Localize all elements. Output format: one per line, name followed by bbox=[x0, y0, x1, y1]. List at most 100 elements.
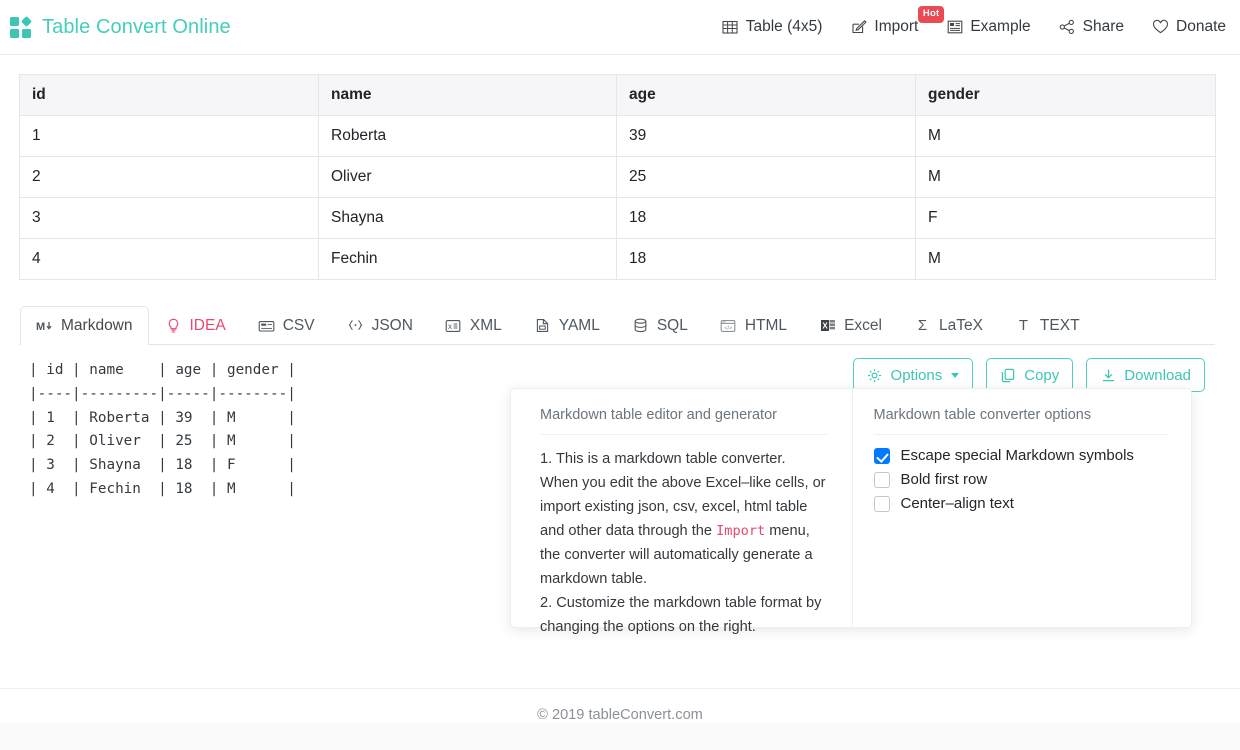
app-header: Table Convert Online Table (4x5) Import … bbox=[0, 0, 1240, 55]
option-escape-symbols[interactable]: Escape special Markdown symbols bbox=[873, 447, 1168, 464]
tab-sql[interactable]: SQL bbox=[616, 306, 704, 345]
heart-icon bbox=[1152, 19, 1169, 36]
checkbox-icon[interactable] bbox=[873, 495, 890, 512]
copy-icon bbox=[1000, 367, 1016, 383]
excel-icon: X bbox=[819, 317, 836, 334]
svg-text:x: x bbox=[448, 322, 452, 331]
options-button[interactable]: Options bbox=[852, 358, 974, 392]
share-nodes-icon bbox=[1059, 19, 1076, 36]
table-cell[interactable]: M bbox=[915, 238, 1216, 280]
checkbox-icon[interactable] bbox=[873, 447, 890, 464]
brand[interactable]: Table Convert Online bbox=[10, 16, 231, 39]
checkbox-icon[interactable] bbox=[873, 471, 890, 488]
table-row: 2 Oliver 25 M bbox=[19, 156, 1216, 198]
table-cell[interactable]: 39 bbox=[616, 115, 916, 157]
table-cell[interactable]: 1 bbox=[19, 115, 319, 157]
column-header-age[interactable]: age bbox=[616, 74, 916, 116]
logo-square-1 bbox=[10, 16, 19, 26]
tab-excel[interactable]: X Excel bbox=[803, 306, 898, 345]
svg-text:</>: </> bbox=[725, 325, 733, 331]
table-cell[interactable]: 18 bbox=[616, 238, 916, 280]
table-cell[interactable]: Fechin bbox=[318, 238, 617, 280]
table-cell[interactable]: 25 bbox=[616, 156, 916, 198]
table-cell[interactable]: M bbox=[915, 115, 1216, 157]
main-nav: Table (4x5) Import Hot Example Share Don… bbox=[722, 6, 1226, 36]
options-popover: Markdown table editor and generator 1. T… bbox=[510, 388, 1192, 635]
nav-item-donate[interactable]: Donate bbox=[1152, 18, 1226, 36]
tab-html[interactable]: </> HTML bbox=[704, 306, 803, 345]
tab-label: Excel bbox=[844, 316, 882, 334]
tab-csv[interactable]: CSV bbox=[242, 306, 331, 345]
column-header-gender[interactable]: gender bbox=[915, 74, 1216, 116]
option-label: Escape special Markdown symbols bbox=[900, 447, 1134, 464]
tab-label: IDEA bbox=[189, 316, 226, 334]
tab-json[interactable]: JSON bbox=[331, 306, 429, 345]
option-label: Center–align text bbox=[900, 495, 1014, 512]
table-grid-icon bbox=[722, 19, 739, 36]
table-cell[interactable]: Shayna bbox=[318, 197, 617, 239]
format-tabs: M Markdown IDEA CSV JSON x XML YAML SQL … bbox=[19, 305, 1215, 345]
data-table: id name age gender 1 Roberta 39 M 2 Oliv… bbox=[19, 74, 1216, 280]
output-actions: Options Copy Download bbox=[852, 358, 1205, 392]
logo-square-3 bbox=[10, 28, 19, 38]
table-cell[interactable]: F bbox=[915, 197, 1216, 239]
tab-label: TEXT bbox=[1039, 316, 1080, 334]
page-content: id name age gender 1 Roberta 39 M 2 Oliv… bbox=[0, 55, 1240, 688]
popover-options-column: Markdown table converter options Escape … bbox=[853, 389, 1192, 627]
table-cell[interactable]: M bbox=[915, 156, 1216, 198]
download-button[interactable]: Download bbox=[1086, 358, 1205, 392]
markdown-m-down-icon: M bbox=[36, 317, 53, 334]
download-arrow-icon bbox=[1100, 367, 1116, 383]
nav-item-example[interactable]: Example bbox=[946, 18, 1031, 36]
popover-info-column: Markdown table editor and generator 1. T… bbox=[511, 389, 853, 635]
curly-braces-icon bbox=[347, 317, 364, 334]
table-cell[interactable]: 18 bbox=[616, 197, 916, 239]
table-cell[interactable]: 2 bbox=[19, 156, 319, 198]
option-label: Bold first row bbox=[900, 471, 988, 488]
popover-options-title: Markdown table converter options bbox=[873, 407, 1167, 435]
nav-item-table[interactable]: Table (4x5) bbox=[722, 18, 822, 36]
table-cell[interactable]: 3 bbox=[19, 197, 319, 239]
option-bold-first-row[interactable]: Bold first row bbox=[873, 471, 1168, 488]
table-row: 1 Roberta 39 M bbox=[19, 115, 1216, 157]
page-footer: © 2019 tableConvert.com bbox=[0, 688, 1240, 723]
nav-item-import[interactable]: Import Hot bbox=[850, 6, 945, 36]
logo-square-4 bbox=[22, 28, 31, 38]
lightbulb-icon bbox=[165, 317, 182, 334]
tab-latex[interactable]: Σ LaTeX bbox=[898, 306, 999, 345]
option-center-align[interactable]: Center–align text bbox=[873, 495, 1168, 512]
svg-text:X: X bbox=[822, 321, 828, 330]
chevron-down-icon bbox=[951, 372, 960, 378]
table-cell[interactable]: Roberta bbox=[318, 115, 617, 157]
options-button-label: Options bbox=[890, 366, 943, 384]
column-header-id[interactable]: id bbox=[19, 74, 319, 116]
table-cell[interactable]: Oliver bbox=[318, 156, 617, 198]
gear-icon bbox=[867, 367, 883, 383]
popover-info-p2: 2. Customize the markdown table format b… bbox=[540, 595, 822, 635]
edit-square-icon bbox=[850, 19, 867, 36]
tab-label: JSON bbox=[371, 316, 413, 334]
browser-window-icon: </> bbox=[720, 317, 737, 334]
tab-label: XML bbox=[469, 316, 502, 334]
table-row: 3 Shayna 18 F bbox=[19, 197, 1216, 239]
tab-label: HTML bbox=[744, 316, 788, 334]
column-header-name[interactable]: name bbox=[318, 74, 617, 116]
table-cell[interactable]: 4 bbox=[19, 238, 319, 280]
sigma-icon: Σ bbox=[917, 317, 928, 334]
tab-idea[interactable]: IDEA bbox=[149, 306, 242, 345]
svg-text:M: M bbox=[36, 321, 45, 333]
tab-yaml[interactable]: YAML bbox=[518, 306, 616, 345]
tab-text[interactable]: T TEXT bbox=[999, 306, 1096, 345]
popover-import-code: Import bbox=[716, 523, 766, 539]
download-button-label: Download bbox=[1124, 366, 1191, 384]
popover-info-title: Markdown table editor and generator bbox=[540, 407, 828, 435]
nav-item-label: Import bbox=[874, 18, 919, 35]
tab-markdown[interactable]: M Markdown bbox=[20, 306, 149, 345]
tab-label: CSV bbox=[282, 316, 315, 334]
output-area: | id | name | age | gender | |----|-----… bbox=[19, 345, 1215, 675]
nav-item-share[interactable]: Share bbox=[1059, 18, 1124, 36]
table-header-row: id name age gender bbox=[19, 74, 1216, 116]
copy-button[interactable]: Copy bbox=[986, 358, 1074, 392]
nav-item-label: Donate bbox=[1176, 18, 1226, 35]
tab-xml[interactable]: x XML bbox=[429, 306, 518, 345]
